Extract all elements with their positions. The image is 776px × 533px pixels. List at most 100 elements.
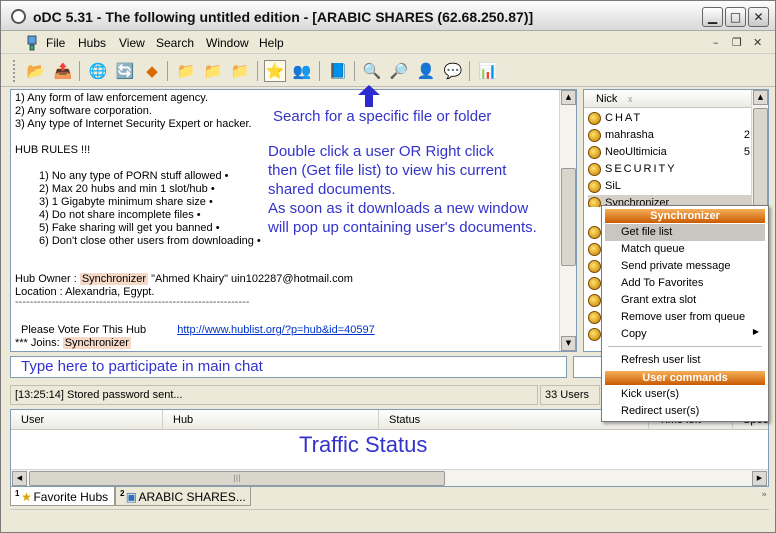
context-menu-title: Synchronizer [605,209,765,223]
chat-divider: ----------------------------------------… [15,296,250,308]
window-title: oDC 5.31 - The following untitled editio… [33,9,534,25]
menu-item-add-to-favorites[interactable]: Add To Favorites [605,275,765,292]
user-row[interactable]: SECURITY [588,161,752,178]
tab-arabic-shares[interactable]: 2▣ARABIC SHARES... [115,487,251,506]
chat-line: 3) Any type of Internet Security Expert … [15,118,252,130]
chat-scrollbar[interactable]: ▲ ▼ [559,90,576,351]
chat-line: 5) Fake sharing will get you banned • [39,222,220,234]
scroll-left-arrow[interactable]: ◀ [12,471,27,486]
folder-icon[interactable]: 📁 [202,60,224,82]
scroll-down-arrow[interactable]: ▼ [561,336,576,351]
mdi-minimize-button[interactable]: – [713,36,719,49]
scroll-thumb[interactable] [753,108,768,218]
menu-window[interactable]: Window [206,36,249,50]
chat-line: 6) Don't close other users from download… [39,235,261,247]
hub-owner-nick[interactable]: Synchronizer [79,273,149,285]
refresh-icon[interactable]: 🔄 [114,60,136,82]
menu-view[interactable]: View [119,36,145,50]
messages-icon[interactable]: 💬 [442,60,464,82]
network-stats-icon[interactable]: 📊 [477,60,499,82]
search-icon[interactable]: 🔍 [361,60,383,82]
scroll-up-arrow[interactable]: ▲ [561,90,576,105]
toolbar-grip[interactable] [13,60,16,82]
menu-separator [608,346,762,347]
toolbar: 📂 📤 🌐 🔄 ◆ 📁 📁 📁 ⭐ 👥 📘 🔍 🔎 👤 💬 📊 [1,55,775,87]
window-tab-bar: 1 ★ Favorite Hubs 2▣ARABIC SHARES... » [10,487,769,507]
title-bar: oDC 5.31 - The following untitled editio… [1,1,775,31]
annotation-line: As soon as it downloads a new window [268,200,529,217]
user-row[interactable]: CHAT [588,110,752,127]
menu-hubs[interactable]: Hubs [78,36,106,50]
menu-item-grant-extra-slot[interactable]: Grant extra slot [605,292,765,309]
toolbar-separator [319,61,320,81]
annotation-line: then (Get file list) to view his current [268,162,507,179]
user-row[interactable]: NeoUltimicia 5 [588,144,752,161]
menu-item-match-queue[interactable]: Match queue [605,241,765,258]
user-list-header[interactable]: Nick x [584,90,752,108]
menu-file[interactable]: File [46,36,65,50]
spy-icon[interactable]: 👤 [415,60,437,82]
close-button[interactable]: ✕ [748,7,769,27]
favorite-users-icon[interactable]: 👥 [291,60,313,82]
reconnect-icon[interactable]: 📤 [52,60,74,82]
follow-redirect-icon[interactable]: ◆ [141,60,163,82]
transfer-scrollbar[interactable]: ◀ ||| ▶ [11,469,768,486]
user-name: SiL [605,180,621,192]
annotation-chat-input: Type here to participate in main chat [21,358,263,375]
folder-icon[interactable]: 📁 [175,60,197,82]
favorites-star-icon[interactable]: ⭐ [264,60,286,82]
scroll-thumb[interactable]: ||| [29,471,445,486]
user-icon [588,180,601,193]
menu-bar: File Hubs View Search Window Help – ❐ ✕ [1,32,775,54]
menu-item-send-private-message[interactable]: Send private message [605,258,765,275]
column-hub[interactable]: Hub [163,410,379,430]
menu-item-kick-users[interactable]: Kick user(s) [605,386,765,403]
vote-link[interactable]: http://www.hublist.org/?p=hub&id=40597 [177,324,375,336]
joins-nick[interactable]: Synchronizer [62,337,131,349]
menu-item-remove-user-from-queue[interactable]: Remove user from queue [605,309,765,326]
column-close-icon[interactable]: x [628,94,633,104]
nick-column-header[interactable]: Nick [596,93,617,105]
user-row[interactable]: mahrasha 2 [588,127,752,144]
status-message: [13:25:14] Stored password sent... [10,385,538,405]
adl-search-icon[interactable]: 🔎 [388,60,410,82]
folder-icon[interactable]: 📁 [229,60,251,82]
user-icon [588,197,601,207]
scroll-thumb[interactable] [561,168,576,266]
user-icon [588,294,601,307]
user-row[interactable]: SiL [588,178,752,195]
menu-item-redirect-users[interactable]: Redirect user(s) [605,403,765,420]
submenu-arrow-icon: ▶ [752,327,759,336]
user-share: 2 [743,129,750,141]
column-user[interactable]: User [11,410,163,430]
notepad-icon[interactable]: 📘 [327,60,349,82]
joins-line: *** Joins: Synchronizer [15,337,131,349]
menu-search[interactable]: Search [156,36,194,50]
tab-favorite-hubs[interactable]: 1 ★ Favorite Hubs [10,487,115,506]
annotation-double-click: Double click a user OR Right click then … [268,142,537,237]
user-share: 5 [743,146,750,158]
chat-line: 2) Max 20 hubs and min 1 slot/hub • [39,183,215,195]
menu-item-get-file-list[interactable]: Get file list [605,224,765,241]
network-icon[interactable]: 🌐 [87,60,109,82]
hub-owner-suffix: "Ahmed Khairy" uin102287@hotmail.com [148,273,353,285]
annotation-line: will pop up containing user's documents. [268,219,537,236]
mdi-child-icon[interactable] [25,35,39,51]
chat-line: 2) Any software corporation. [15,105,152,117]
menu-item-refresh-user-list[interactable]: Refresh user list [605,352,765,369]
open-folder-icon[interactable]: 📂 [25,60,47,82]
minimize-button[interactable]: ▁ [702,7,723,27]
scroll-right-arrow[interactable]: ▶ [752,471,767,486]
annotation-line: shared documents. [268,181,396,198]
scroll-up-arrow[interactable]: ▲ [753,90,768,105]
tab-scroll-arrows[interactable]: » [761,490,767,500]
mdi-close-button[interactable]: ✕ [753,36,762,49]
chat-line: 3) 1 Gigabyte minimum share size • [39,196,213,208]
menu-help[interactable]: Help [259,36,284,50]
menu-item-copy[interactable]: Copy ▶ [605,326,765,343]
user-context-menu: Synchronizer Get file list Match queue S… [601,205,769,422]
maximize-button[interactable]: □ [725,7,746,27]
mdi-restore-button[interactable]: ❐ [732,36,742,49]
tab-label: Favorite Hubs [33,490,109,504]
chat-line: 4) Do not share incomplete files • [39,209,201,221]
